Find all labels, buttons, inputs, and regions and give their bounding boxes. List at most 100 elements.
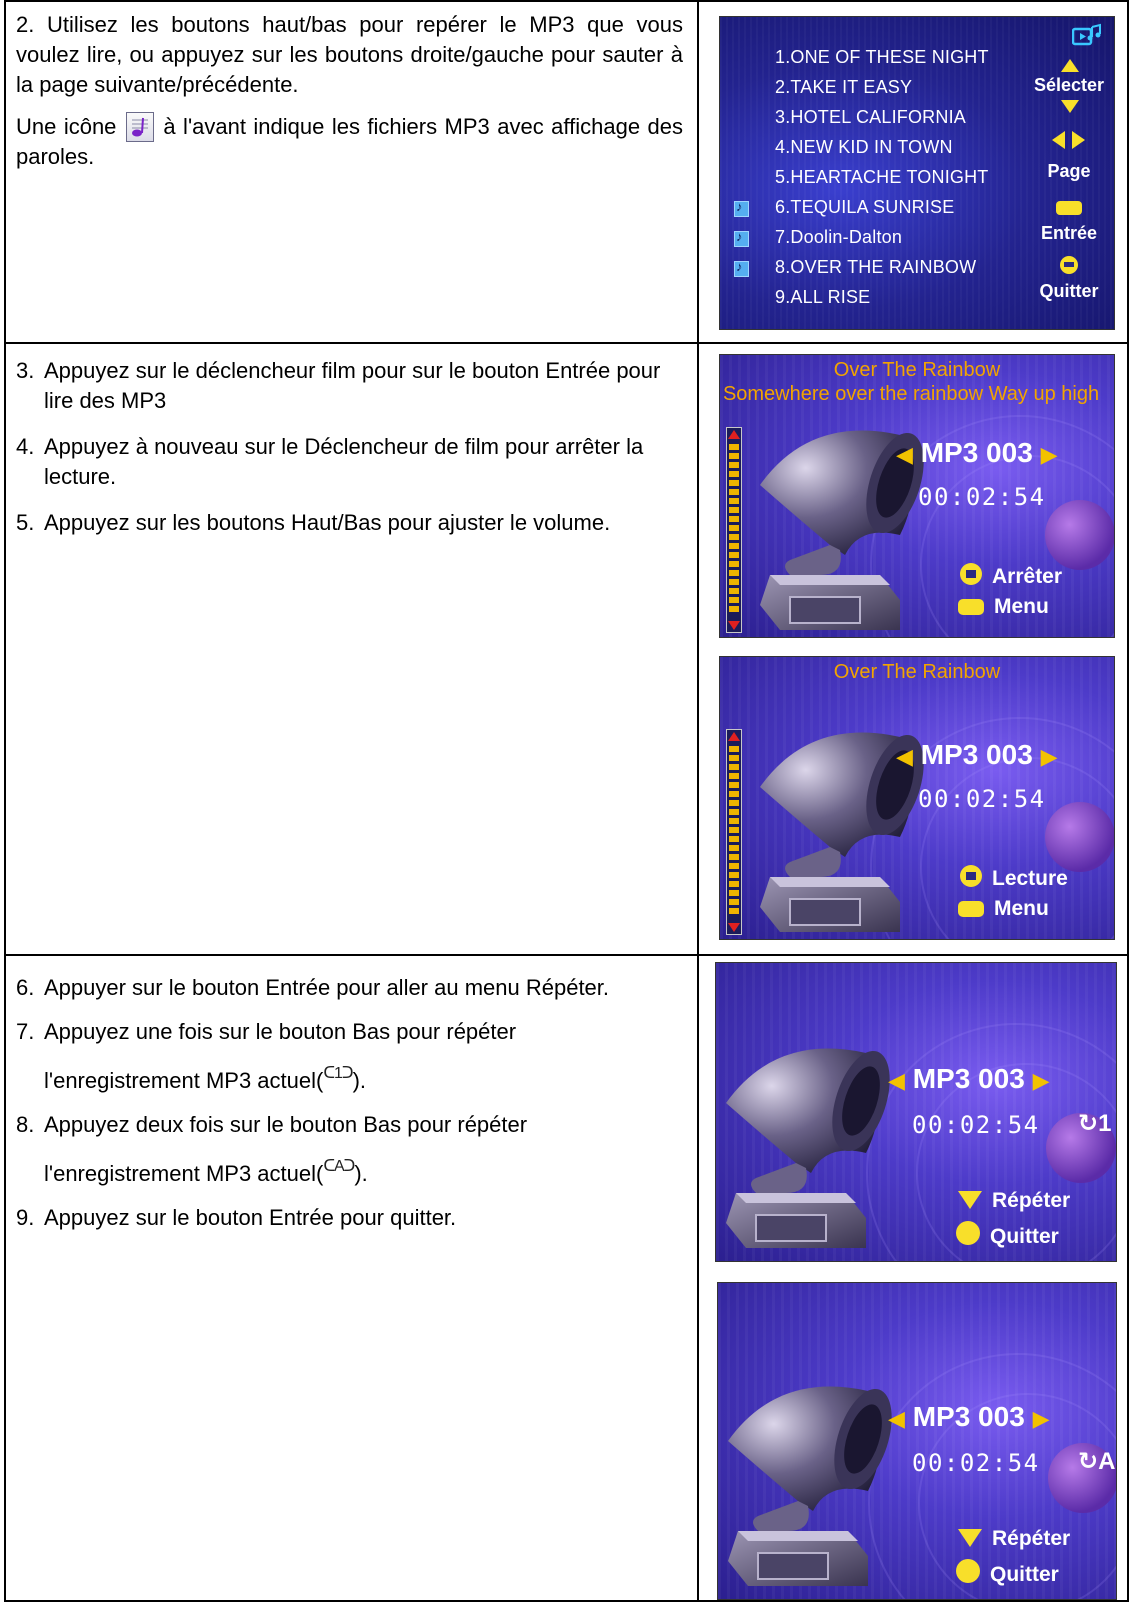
step-line-1: Appuyez deux fois sur le bouton Bas pour… [44, 1112, 528, 1137]
track-label: MP3 003 [912, 1063, 1025, 1094]
stop-label: Arrêter [992, 565, 1063, 588]
volume-segment [729, 534, 739, 540]
track-list-item[interactable]: 1.ONE OF THESE NIGHT [775, 47, 989, 68]
quit-button-icon [1060, 256, 1078, 274]
volume-segment [729, 746, 739, 752]
volume-segment [729, 489, 739, 495]
next-track-icon: ▶ [1040, 442, 1058, 467]
track-list-item[interactable]: 7.Doolin-Dalton [775, 227, 902, 248]
step-line-2: l'enregistrement MP3 actuel(ᑕAᑐ). [44, 1151, 527, 1190]
lyrics-file-icon [734, 259, 749, 277]
gramophone-image [718, 1381, 898, 1599]
text-cell-step-2: 2. Utilisez les boutons haut/bas pour re… [6, 2, 697, 172]
volume-segment [729, 890, 739, 896]
step-line-2-before: l'enregistrement MP3 actuel( [44, 1068, 324, 1093]
track-list-item[interactable]: 4.NEW KID IN TOWN [775, 137, 953, 158]
step-number: 4. [16, 434, 35, 459]
decor-orb [1045, 500, 1114, 570]
volume-segment [729, 845, 739, 851]
elapsed-time: 00:02:54 [918, 483, 1046, 511]
volume-segment [729, 444, 739, 450]
step-7: 7. Appuyez une fois sur le bouton Bas po… [16, 1016, 683, 1097]
prev-track-icon: ◀ [888, 1068, 905, 1093]
step-4: 4. Appuyez à nouveau sur le Déclencheur … [16, 432, 683, 492]
volume-segment [729, 453, 739, 459]
stopped-screen: Over The Rainbow ◀ MP3 003 ▶ 00:02:54 Le… [719, 656, 1115, 940]
play-legend: Lecture [960, 865, 1068, 891]
track-list-item[interactable]: 6.TEQUILA SUNRISE [775, 197, 954, 218]
step-number: 5. [16, 510, 35, 535]
music-mode-icon [1071, 23, 1102, 47]
menu-label: Menu [994, 595, 1049, 618]
track-selector: ◀ MP3 003 ▶ [888, 1401, 1049, 1433]
play-button-icon [960, 865, 982, 887]
volume-segment [729, 507, 739, 513]
repeat-legend: Répéter [958, 1189, 1070, 1213]
step-9: 9. Appuyez sur le bouton Entrée pour qui… [16, 1202, 683, 1234]
volume-segment [729, 899, 739, 905]
quit-label: Quitter [990, 1225, 1059, 1248]
volume-segment [729, 764, 739, 770]
volume-segment [729, 516, 739, 522]
volume-segment [729, 863, 739, 869]
volume-segment [729, 800, 739, 806]
enter-button-icon [1056, 201, 1082, 215]
step-number: 7. [16, 1019, 35, 1044]
prev-track-icon: ◀ [896, 744, 913, 769]
step-line-2-before: l'enregistrement MP3 actuel( [44, 1161, 324, 1186]
text-cell-steps-6-9: 6. Appuyer sur le bouton Entrée pour all… [6, 956, 697, 1234]
volume-segment [729, 471, 739, 477]
lyrics-icon-note: Une icône à l'avant indique les fichiers… [16, 112, 683, 172]
lyric-line: Somewhere over the rainbow Way up high [722, 383, 1100, 405]
page-left-icon [1052, 131, 1065, 149]
volume-down-icon [728, 621, 740, 630]
text-cell-steps-3-5: 3. Appuyez sur le déclencheur film pour … [6, 344, 697, 538]
step-text: Appuyez sur le déclencheur film pour sur… [44, 358, 661, 413]
track-list-item[interactable]: 8.OVER THE RAINBOW [775, 257, 976, 278]
volume-segment [729, 854, 739, 860]
stop-legend: Arrêter [960, 563, 1062, 589]
row-steps-6-9: 6. Appuyer sur le bouton Entrée pour all… [6, 956, 1127, 1602]
step-line-1: Appuyez une fois sur le bouton Bas pour … [44, 1019, 517, 1044]
elapsed-time: 00:02:54 [912, 1449, 1040, 1477]
volume-segment [729, 872, 739, 878]
volume-bar [726, 427, 742, 633]
prev-track-icon: ◀ [896, 442, 913, 467]
elapsed-time: 00:02:54 [918, 785, 1046, 813]
track-label: MP3 003 [920, 437, 1033, 468]
next-track-icon: ▶ [1032, 1068, 1050, 1093]
volume-segment [729, 543, 739, 549]
page-label: Page [1047, 161, 1091, 181]
next-track-icon: ▶ [1032, 1406, 1050, 1431]
volume-down-icon [728, 923, 740, 932]
step-5: 5. Appuyez sur les boutons Haut/Bas pour… [16, 508, 683, 538]
step-text: Appuyer sur le bouton Entrée pour aller … [44, 975, 610, 1000]
volume-segment [729, 809, 739, 815]
track-list-item[interactable]: 5.HEARTACHE TONIGHT [775, 167, 989, 188]
step-8: 8. Appuyez deux fois sur le bouton Bas p… [16, 1109, 683, 1190]
elapsed-time: 00:02:54 [912, 1111, 1040, 1139]
track-label: MP3 003 [912, 1401, 1025, 1432]
volume-segment [729, 579, 739, 585]
down-button-icon [958, 1529, 982, 1547]
volume-segment [729, 597, 739, 603]
step-line-2-after: ). [352, 1068, 367, 1093]
track-list-item[interactable]: 9.ALL RISE [775, 287, 870, 308]
step-number: 3. [16, 358, 35, 383]
volume-segment [729, 480, 739, 486]
volume-segment [729, 881, 739, 887]
menu-label: Menu [994, 897, 1049, 920]
volume-segment [729, 827, 739, 833]
track-list-item[interactable]: 3.HOTEL CALIFORNIA [775, 107, 966, 128]
track-list-item[interactable]: 2.TAKE IT EASY [775, 77, 912, 98]
volume-up-icon [728, 732, 740, 741]
volume-segment [729, 782, 739, 788]
enter-button-icon [956, 1221, 980, 1245]
repeat-label: Répéter [992, 1189, 1071, 1212]
next-track-icon: ▶ [1040, 744, 1058, 769]
decor-orb [1045, 802, 1114, 872]
step-number: 8. [16, 1112, 35, 1137]
step-number: 6. [16, 975, 35, 1000]
track-list-screen: 1.ONE OF THESE NIGHT 2.TAKE IT EASY 3.HOTE… [719, 16, 1115, 330]
track-selector: ◀ MP3 003 ▶ [896, 437, 1057, 469]
